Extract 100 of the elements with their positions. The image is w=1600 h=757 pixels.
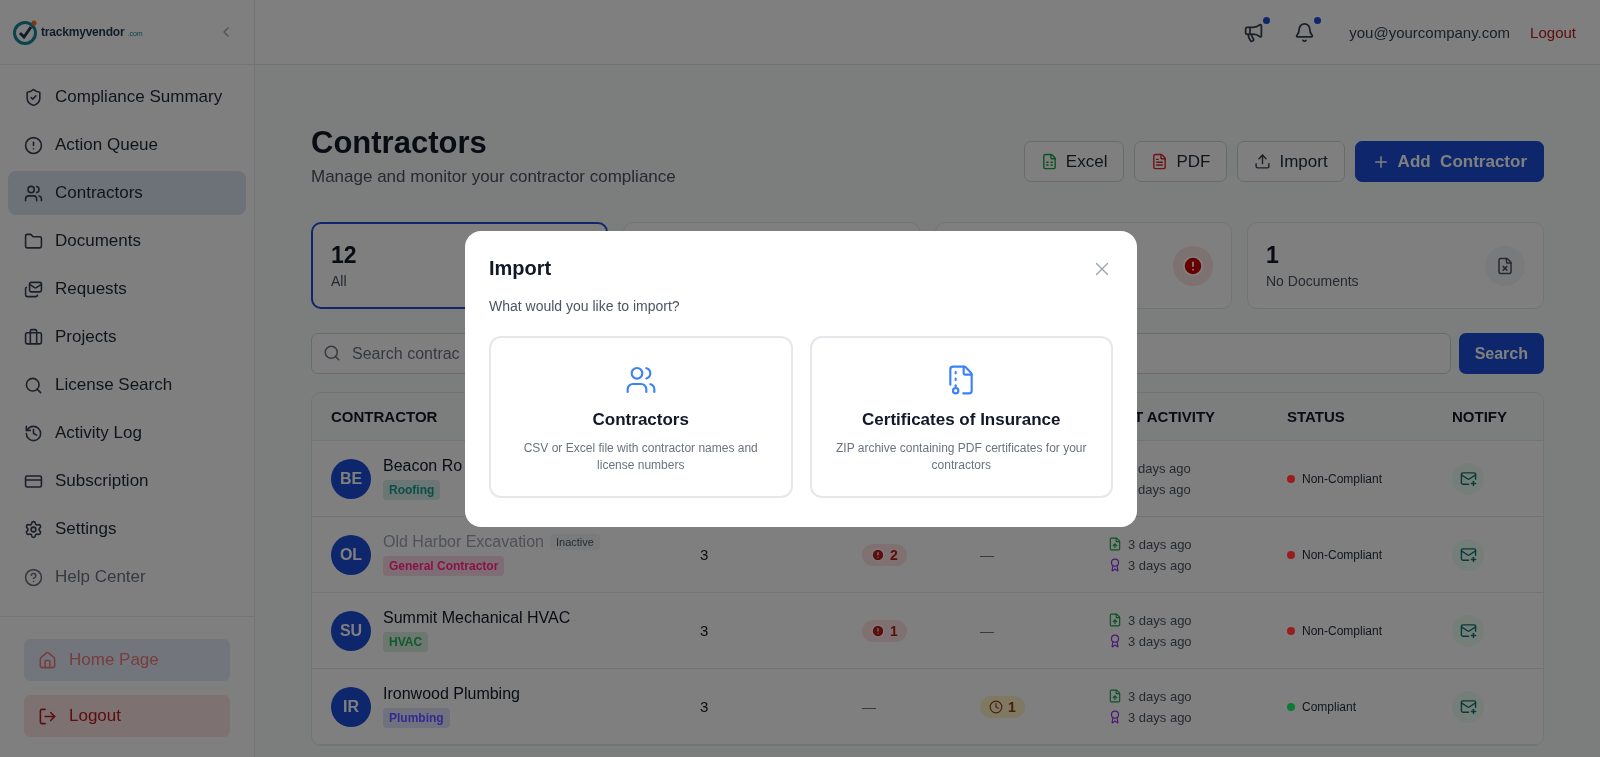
upload-icon bbox=[1254, 153, 1272, 170]
user-email: you@yourcompany.com bbox=[1349, 23, 1511, 41]
logout-link[interactable]: Logout bbox=[1530, 23, 1576, 41]
users-icon bbox=[624, 364, 657, 396]
mail-plus-icon bbox=[1459, 622, 1477, 639]
page-title: Contractors bbox=[311, 125, 488, 161]
notify-button[interactable] bbox=[1452, 614, 1484, 647]
file-upload-icon bbox=[1108, 689, 1122, 703]
import-button[interactable]: Import bbox=[1237, 141, 1345, 182]
award-icon bbox=[1108, 558, 1122, 572]
mail-plus-icon bbox=[1459, 698, 1477, 715]
alert-icon bbox=[1173, 245, 1213, 286]
status-text: Compliant bbox=[1302, 699, 1357, 714]
sidebar-item[interactable]: Compliance Summary bbox=[8, 75, 246, 119]
mail-plus-icon bbox=[1459, 470, 1477, 487]
status-text: Non-Compliant bbox=[1302, 471, 1383, 486]
shield-icon bbox=[24, 87, 43, 107]
notify-button[interactable] bbox=[1452, 538, 1484, 571]
envelopes-icon bbox=[24, 279, 43, 299]
empty-value: — bbox=[980, 546, 994, 563]
activity-time: 3 days ago bbox=[1128, 536, 1192, 552]
clock-icon bbox=[989, 699, 1003, 714]
trade-tag: General Contractor bbox=[383, 556, 505, 576]
sidebar-item[interactable]: Projects bbox=[8, 315, 246, 359]
megaphone-icon[interactable] bbox=[1243, 21, 1265, 43]
import-option[interactable]: Certificates of Insurance ZIP archive containing PDF certificates for your contractors bbox=[809, 336, 1113, 498]
inactive-badge: Inactive bbox=[549, 534, 600, 550]
stat-label: No Documents bbox=[1266, 273, 1359, 289]
column-header: STATUS bbox=[1287, 408, 1345, 425]
pending-count: 1 bbox=[980, 695, 1025, 718]
sidebar-item[interactable]: Action Queue bbox=[8, 123, 246, 167]
spreadsheet-icon bbox=[1040, 153, 1058, 170]
alert-count: 2 bbox=[862, 543, 907, 566]
trade-tag: Roofing bbox=[383, 480, 441, 500]
notify-button[interactable] bbox=[1452, 462, 1484, 495]
contractor-name[interactable]: Summit Mechanical HVAC bbox=[383, 609, 571, 627]
stat-card[interactable]: 1 No Documents bbox=[1247, 222, 1544, 309]
check-circle-logo-icon bbox=[12, 19, 38, 45]
dialog-title: Import bbox=[489, 257, 552, 280]
alert-icon bbox=[871, 547, 885, 562]
avatar-initials: BE bbox=[331, 458, 371, 499]
folder-icon bbox=[24, 231, 43, 251]
notify-button[interactable] bbox=[1452, 690, 1484, 723]
award-icon bbox=[1108, 634, 1122, 648]
briefcase-icon bbox=[24, 327, 43, 347]
notifications-icon[interactable] bbox=[1294, 21, 1316, 43]
file-upload-icon bbox=[1108, 537, 1122, 551]
sidebar-item[interactable]: Documents bbox=[8, 219, 246, 263]
page-subtitle: Manage and monitor your contractor compliance bbox=[311, 167, 676, 187]
status-text: Non-Compliant bbox=[1302, 623, 1383, 638]
avatar-initials: SU bbox=[331, 610, 371, 651]
alert-count: 1 bbox=[862, 619, 907, 642]
logout-icon bbox=[38, 706, 57, 726]
column-header: NOTIFY bbox=[1452, 408, 1507, 425]
activity-time: days ago bbox=[1137, 460, 1191, 476]
users-icon bbox=[24, 183, 43, 203]
activity-time: 3 days ago bbox=[1128, 709, 1192, 725]
status-text: Non-Compliant bbox=[1302, 547, 1383, 562]
document-count: 3 bbox=[700, 698, 709, 715]
avatar-initials: IR bbox=[331, 686, 371, 727]
sidebar-item[interactable]: Activity Log bbox=[8, 411, 246, 455]
import-option[interactable]: Contractors CSV or Excel file with contractor names and license numbers bbox=[489, 336, 793, 498]
alert-icon bbox=[24, 135, 43, 155]
file-upload-icon bbox=[1108, 613, 1122, 627]
search-button[interactable]: Search bbox=[1458, 333, 1544, 374]
search-icon bbox=[24, 375, 43, 395]
activity-time: 3 days ago bbox=[1128, 557, 1192, 573]
trade-tag: Plumbing bbox=[383, 708, 450, 728]
stat-value: 12 bbox=[331, 242, 357, 269]
home-icon bbox=[38, 650, 57, 670]
sidebar-item[interactable]: Requests bbox=[8, 267, 246, 311]
contractor-name[interactable]: Beacon Ro bbox=[383, 457, 463, 475]
empty-value: — bbox=[862, 698, 876, 715]
activity-time: days ago bbox=[1137, 481, 1191, 497]
activity-time: 3 days ago bbox=[1128, 633, 1192, 649]
empty-value: — bbox=[980, 622, 994, 639]
stat-label: All bbox=[331, 273, 348, 289]
contractor-name[interactable]: Ironwood Plumbing bbox=[383, 685, 520, 703]
mail-plus-icon bbox=[1459, 546, 1477, 563]
alert-icon bbox=[871, 623, 885, 638]
file-x-icon bbox=[1485, 245, 1525, 286]
add-contractor-button[interactable]: Add Contractor bbox=[1354, 141, 1544, 182]
sidebar-item[interactable]: License Search bbox=[8, 363, 246, 407]
pdf-button[interactable]: PDF bbox=[1134, 141, 1228, 182]
activity-time: 3 days ago bbox=[1128, 688, 1192, 704]
document-count: 3 bbox=[700, 546, 709, 563]
sidebar-item[interactable]: Subscription bbox=[8, 459, 246, 503]
avatar-initials: OL bbox=[331, 534, 371, 575]
sidebar-item[interactable]: Contractors bbox=[8, 171, 246, 215]
trade-tag: HVAC bbox=[383, 632, 429, 652]
column-header: CONTRACTOR bbox=[331, 408, 438, 425]
sidebar-item[interactable]: Help Center bbox=[8, 555, 246, 599]
logout-button[interactable]: Logout bbox=[24, 695, 230, 737]
pdf-file-icon bbox=[1151, 153, 1169, 170]
stat-value: 1 bbox=[1266, 242, 1280, 269]
clock-icon bbox=[24, 423, 43, 443]
excel-button[interactable]: Excel bbox=[1023, 141, 1125, 182]
settings-icon bbox=[24, 519, 43, 539]
document-count: 3 bbox=[700, 622, 709, 639]
sidebar-item[interactable]: Settings bbox=[8, 507, 246, 551]
